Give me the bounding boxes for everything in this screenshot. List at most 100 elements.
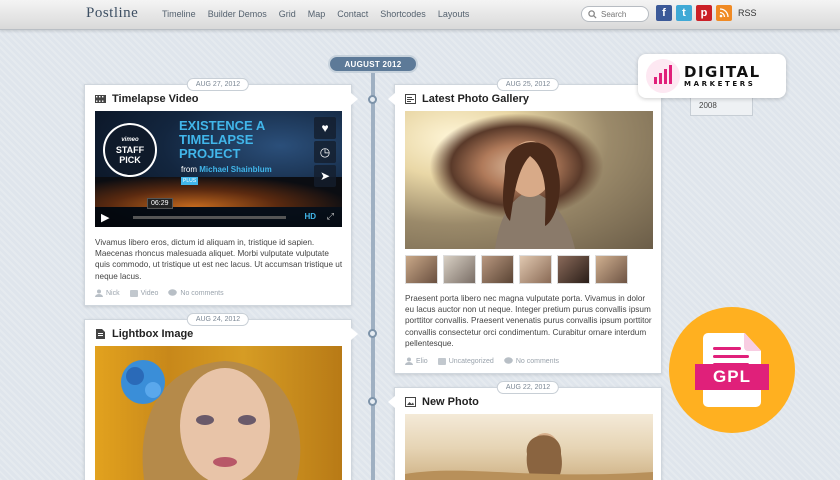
clock-icon[interactable]: ◷ <box>314 141 336 163</box>
post-card-lightbox-image: AUG 24, 2012 Lightbox Image <box>84 313 358 480</box>
gpl-badge: GPL <box>669 307 795 433</box>
nav-shortcodes[interactable]: Shortcodes <box>380 9 426 19</box>
video-author[interactable]: Michael Shainblum <box>199 165 271 174</box>
nav-layouts[interactable]: Layouts <box>438 9 470 19</box>
post-title[interactable]: New Photo <box>422 396 479 408</box>
archive-year-2008[interactable]: 2008 <box>690 96 753 116</box>
post-comments[interactable]: No comments <box>180 290 223 297</box>
main-menu: Timeline Builder Demos Grid Map Contact … <box>162 9 481 19</box>
nav-builder-demos[interactable]: Builder Demos <box>208 9 267 19</box>
post-category[interactable]: Video <box>141 290 159 297</box>
like-heart-icon[interactable]: ♥ <box>314 117 336 139</box>
gallery-thumbnail[interactable] <box>557 255 590 284</box>
post-comments[interactable]: No comments <box>516 358 559 365</box>
video-thumbnail-landscape <box>95 177 342 207</box>
card-pointer <box>351 93 358 105</box>
search-input[interactable] <box>601 9 645 19</box>
gallery-thumbnail[interactable] <box>595 255 628 284</box>
post-title-row: Latest Photo Gallery <box>405 93 529 105</box>
post-title-row: Timelapse Video <box>95 93 198 105</box>
post-meta: Elio Uncategorized No comments <box>405 357 559 365</box>
vimeo-staff-pick-badge: vimeo STAFF PICK <box>103 123 157 177</box>
post-title[interactable]: Latest Photo Gallery <box>422 93 529 105</box>
nav-timeline[interactable]: Timeline <box>162 9 196 19</box>
digital-marketers-wordmark: DIGITAL MARKETERS <box>684 64 761 88</box>
document-icon <box>96 329 105 339</box>
plus-badge: PLUS <box>181 177 199 185</box>
post-author[interactable]: Elio <box>416 358 428 365</box>
video-title-line3: PROJECT <box>179 146 241 161</box>
badge-line1: STAFF <box>115 145 145 155</box>
image-icon <box>405 397 416 407</box>
film-icon <box>95 95 106 103</box>
post-category[interactable]: Uncategorized <box>449 358 494 365</box>
fullscreen-icon[interactable]: ⤢ <box>327 211 334 222</box>
facebook-icon[interactable]: f <box>656 5 672 21</box>
post-date: AUG 27, 2012 <box>186 78 250 91</box>
badge-vimeo-text: vimeo <box>121 137 139 143</box>
rss-icon[interactable] <box>716 5 732 21</box>
new-photo-image[interactable] <box>405 414 653 480</box>
card-pointer <box>388 93 395 105</box>
social-links: f t p RSS <box>656 5 757 21</box>
post-title[interactable]: Timelapse Video <box>112 93 198 105</box>
pinterest-icon[interactable]: p <box>696 5 712 21</box>
timeline-dot <box>368 329 377 338</box>
dm-title: DIGITAL <box>684 63 761 81</box>
new-photo-subject <box>405 433 653 480</box>
gallery-main-photo[interactable] <box>405 111 653 249</box>
gallery-thumbnails <box>405 255 628 284</box>
post-title[interactable]: Lightbox Image <box>112 328 193 340</box>
video-author-line: from Michael Shainblum <box>181 165 272 174</box>
post-date: AUG 24, 2012 <box>186 313 250 326</box>
video-from-label: from <box>181 165 197 174</box>
video-time: 06:29 <box>147 198 173 209</box>
timeline-month-badge[interactable]: AUGUST 2012 <box>328 55 418 73</box>
post-card-timelapse-video: AUG 27, 2012 Timelapse Video vimeo STAFF… <box>84 78 358 306</box>
post-author[interactable]: Nick <box>106 290 120 297</box>
video-title-line1: EXISTENCE A <box>179 118 266 133</box>
bar-chart-logo-icon <box>646 59 680 93</box>
post-card-latest-photo-gallery: AUG 25, 2012 Latest Photo Gallery Praese… <box>388 78 662 374</box>
nav-map[interactable]: Map <box>308 9 326 19</box>
gpl-label: GPL <box>695 364 769 390</box>
timeline-dot <box>368 397 377 406</box>
timeline-line <box>371 73 375 480</box>
post-card-new-photo: AUG 22, 2012 New Photo <box>388 381 662 480</box>
post-excerpt: Vivamus libero eros, dictum id aliquam i… <box>95 238 343 281</box>
lightbox-photo[interactable] <box>95 346 342 480</box>
gallery-thumbnail[interactable] <box>405 255 438 284</box>
gallery-thumbnail[interactable] <box>481 255 514 284</box>
share-send-icon[interactable]: ➤ <box>314 165 336 187</box>
nav-grid[interactable]: Grid <box>279 9 296 19</box>
gallery-icon <box>405 94 416 104</box>
post-date: AUG 25, 2012 <box>496 78 560 91</box>
user-icon <box>405 357 413 365</box>
card-pointer <box>351 328 358 340</box>
play-icon[interactable]: ▶ <box>101 211 121 224</box>
badge-line2: PICK <box>119 155 141 165</box>
embedded-video-player[interactable]: vimeo STAFF PICK EXISTENCE A TIMELAPSE P… <box>95 111 342 227</box>
site-logo[interactable]: Postline <box>86 5 138 22</box>
comment-icon <box>168 289 178 296</box>
hd-toggle[interactable]: HD <box>304 212 316 221</box>
folder-icon <box>437 357 446 365</box>
timeline-dot <box>368 95 377 104</box>
comment-icon <box>504 357 513 364</box>
post-meta: Nick Video No comments <box>95 289 224 297</box>
rss-link[interactable]: RSS <box>738 8 757 18</box>
search-box <box>581 6 649 22</box>
card-pointer <box>388 396 395 408</box>
gallery-thumbnail[interactable] <box>519 255 552 284</box>
video-controls: ▶ 06:29 HD ⤢ <box>95 198 342 227</box>
gallery-thumbnail[interactable] <box>443 255 476 284</box>
post-title-row: Lightbox Image <box>95 328 193 340</box>
twitter-icon[interactable]: t <box>676 5 692 21</box>
lightbox-photo-subject <box>121 360 301 480</box>
nav-contact[interactable]: Contact <box>337 9 368 19</box>
folder-icon <box>129 289 138 297</box>
video-title: EXISTENCE A TIMELAPSE PROJECT <box>179 119 265 161</box>
search-icon <box>588 9 597 19</box>
top-navigation-bar: Postline Timeline Builder Demos Grid Map… <box>0 0 840 30</box>
video-progress-bar[interactable] <box>133 216 286 219</box>
